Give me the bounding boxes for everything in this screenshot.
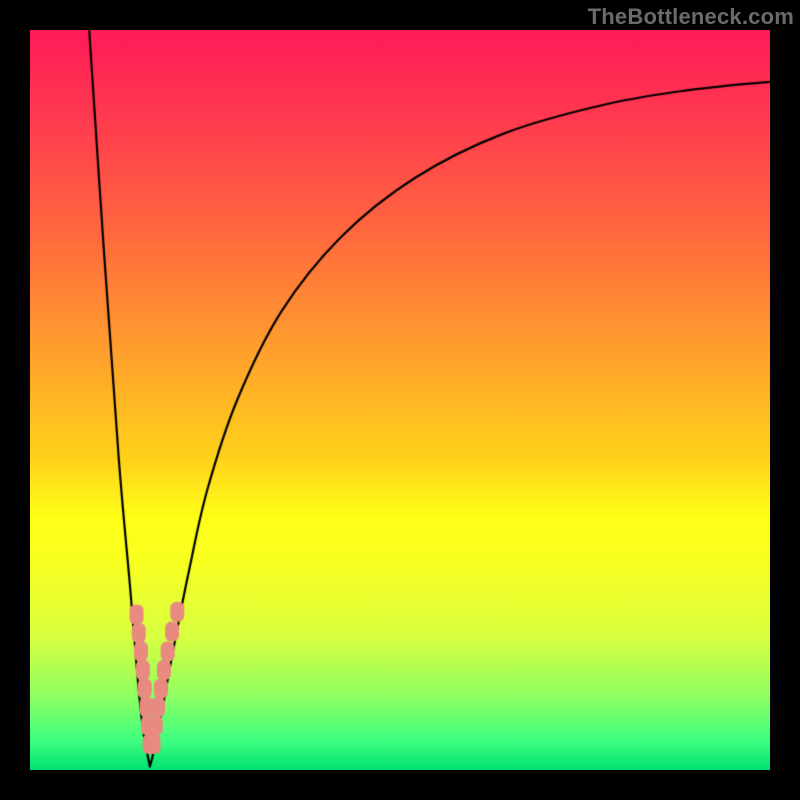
chart-frame: TheBottleneck.com: [0, 0, 800, 800]
curve-canvas: [30, 30, 770, 770]
watermark-text: TheBottleneck.com: [588, 4, 794, 30]
plot-area: [30, 30, 770, 770]
